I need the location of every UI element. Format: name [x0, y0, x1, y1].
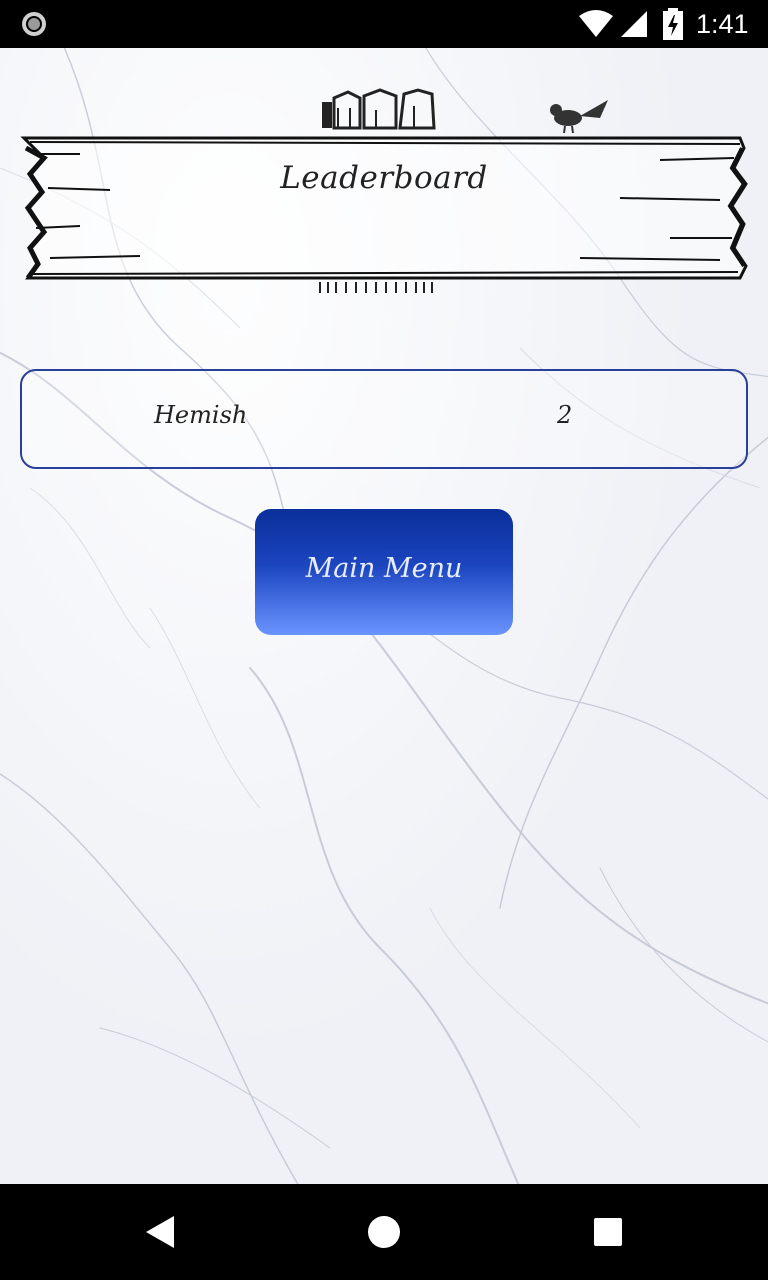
wifi-icon [579, 10, 613, 37]
main-menu-label: Main Menu [305, 553, 463, 584]
record-icon [22, 12, 46, 36]
recents-icon[interactable] [588, 1212, 628, 1252]
home-icon[interactable] [364, 1212, 404, 1252]
back-icon[interactable] [140, 1212, 180, 1252]
signal-icon [621, 11, 647, 37]
app-screen: 1:41 Leaderboard Hemish 2 Main Menu [0, 0, 768, 1280]
player-score: 2 [557, 401, 573, 429]
page-title: Leaderboard [280, 160, 488, 196]
bird-decoration [550, 100, 608, 134]
battery-charging-icon [663, 8, 683, 40]
status-bar: 1:41 [0, 0, 768, 48]
fence-decoration [319, 282, 433, 293]
main-menu-button[interactable]: Main Menu [255, 509, 513, 635]
status-time: 1:41 [696, 9, 749, 39]
navigation-bar [0, 1184, 768, 1280]
leaderboard-screen: Leaderboard Hemish 2 Main Menu [0, 48, 768, 1184]
leaderboard-row: Hemish 2 [20, 369, 748, 469]
rooftops-decoration [322, 88, 436, 130]
player-name: Hemish [154, 401, 248, 429]
